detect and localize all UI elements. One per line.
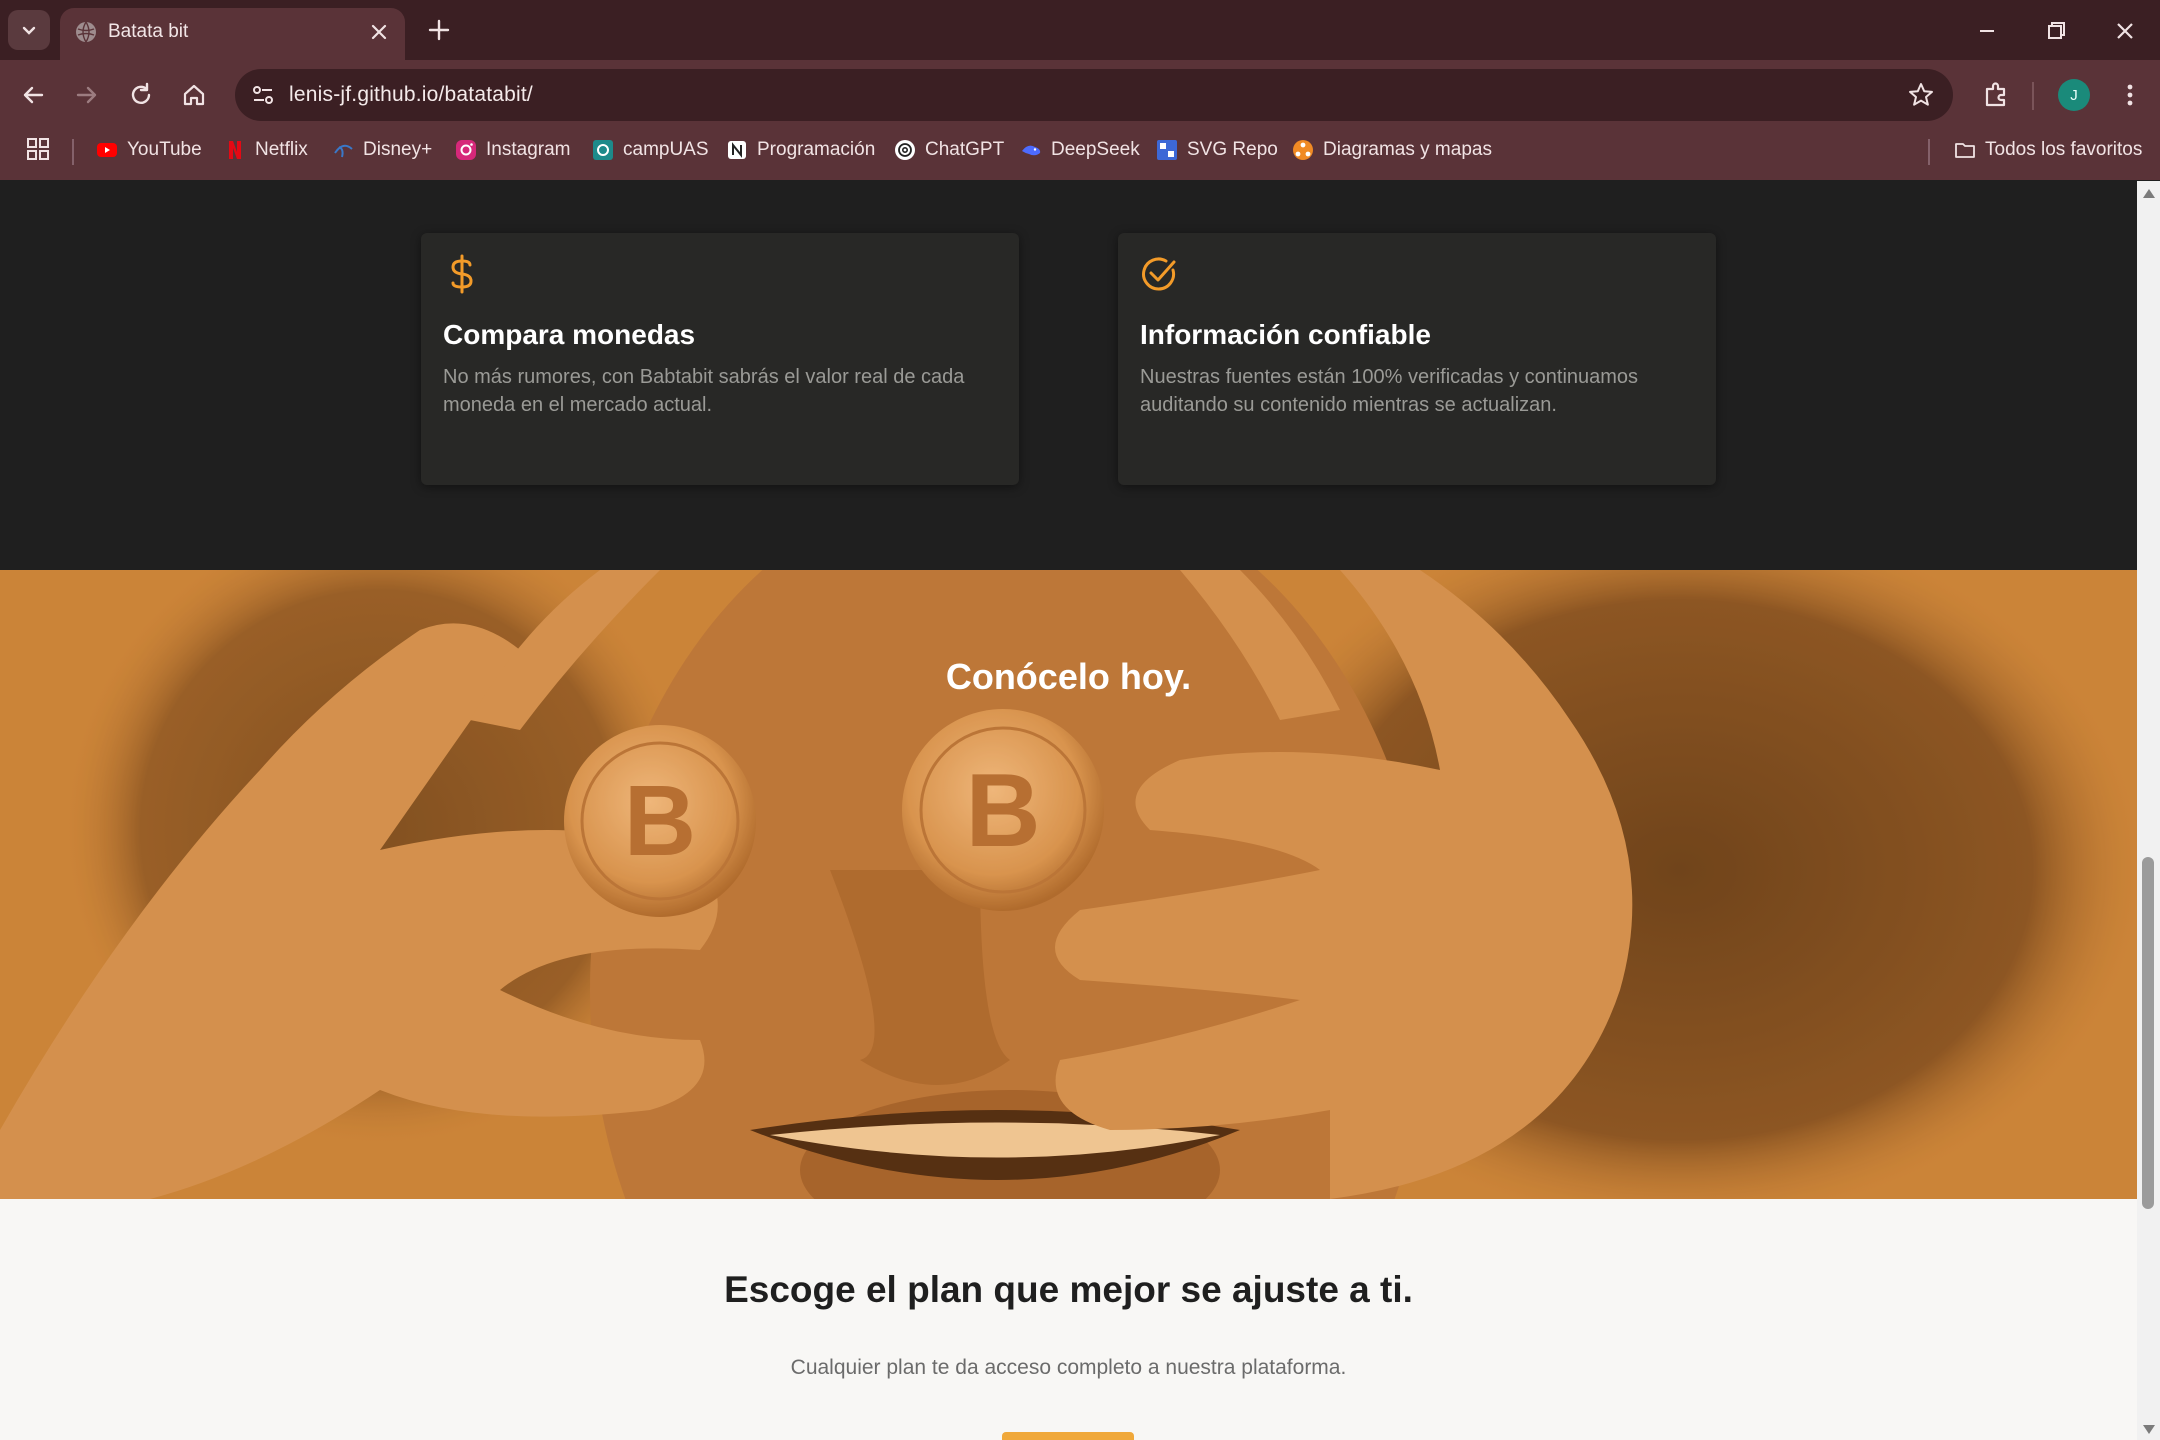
hero-title: Conócelo hoy.	[945, 656, 1192, 697]
toolbar-separator	[2032, 82, 2034, 110]
plans-section: Escoge el plan que mejor se ajuste a ti.…	[0, 1199, 2137, 1440]
site-settings-icon[interactable]	[245, 77, 281, 113]
tab-title: Batata bit	[108, 21, 189, 42]
bookmark-label: SVG Repo	[1187, 139, 1278, 160]
bookmark-label: Instagram	[486, 139, 571, 160]
feature-text: No más rumores, con Babtabit sabrás el v…	[443, 366, 965, 416]
bookmark-label: Programación	[757, 139, 876, 160]
instagram-icon	[456, 140, 476, 160]
youtube-icon	[97, 143, 117, 157]
bookmarks-separator	[1928, 139, 1930, 165]
bookmark-star-icon[interactable]	[1907, 81, 1935, 109]
features-section: Compara monedas No más rumores, con Babt…	[0, 181, 2137, 570]
bookmark-label: Diagramas y mapas	[1323, 139, 1492, 160]
kebab-menu-icon[interactable]	[2112, 77, 2148, 113]
restore-icon[interactable]	[2039, 14, 2073, 48]
folder-icon	[1955, 143, 1975, 158]
plan-card-edge	[1002, 1432, 1134, 1440]
page-viewport: Compara monedas No más rumores, con Babt…	[0, 181, 2137, 1440]
bookmark-instagram[interactable]: Instagram	[455, 135, 570, 165]
bookmark-svgrepo[interactable]: SVG Repo	[1156, 135, 1278, 165]
scrollbar-thumb[interactable]	[2142, 857, 2154, 1209]
chatgpt-icon	[895, 140, 915, 160]
plans-subtitle: Cualquier plan te da acceso completo a n…	[790, 1356, 1347, 1379]
svgrepo-icon	[1157, 140, 1177, 160]
tab-strip: Batata bit	[0, 0, 2160, 60]
bookmark-label: campUAS	[623, 139, 709, 160]
bookmark-campuas[interactable]: campUAS	[592, 135, 709, 165]
close-icon[interactable]	[367, 20, 391, 44]
home-icon[interactable]	[176, 77, 212, 113]
all-bookmarks-folder[interactable]: Todos los favoritos	[1954, 135, 2142, 165]
hero-banner: B B Conócelo hoy.	[0, 570, 2137, 1199]
new-tab-plus-icon[interactable]	[425, 16, 453, 44]
reload-icon[interactable]	[123, 77, 159, 113]
browser-toolbar: lenis-jf.github.io/batatabit/ J	[0, 60, 2160, 130]
dollar-icon	[451, 254, 473, 294]
bookmark-youtube[interactable]: YouTube	[96, 135, 202, 165]
plans-title: Escoge el plan que mejor se ajuste a ti.	[724, 1269, 1413, 1310]
bookmark-chatgpt[interactable]: ChatGPT	[894, 135, 1004, 165]
bookmark-label: DeepSeek	[1051, 139, 1140, 160]
url-text: lenis-jf.github.io/batatabit/	[289, 83, 533, 106]
chevron-down-icon	[22, 26, 36, 35]
bookmark-label: Disney+	[363, 139, 433, 160]
feature-title: Compara monedas	[443, 319, 696, 350]
feature-text: Nuestras fuentes están 100% verificadas …	[1140, 366, 1639, 416]
check-circle-icon	[1142, 257, 1176, 291]
extensions-puzzle-icon[interactable]	[1978, 77, 2014, 113]
tab-search-button[interactable]	[8, 10, 50, 50]
apps-grid-icon[interactable]	[26, 137, 50, 161]
bookmark-deepseek[interactable]: DeepSeek	[1020, 135, 1140, 165]
feature-card-reliable: Información confiable Nuestras fuentes e…	[1118, 233, 1716, 485]
globe-icon	[76, 21, 96, 43]
bookmark-label: ChatGPT	[925, 139, 1005, 160]
all-bookmarks-label: Todos los favoritos	[1985, 139, 2143, 160]
close-window-icon[interactable]	[2108, 14, 2142, 48]
feature-title: Información confiable	[1140, 319, 1431, 350]
scroll-up-arrow-icon[interactable]	[2143, 189, 2155, 198]
address-bar[interactable]: lenis-jf.github.io/batatabit/	[235, 69, 1953, 121]
page-scrollbar[interactable]	[2137, 181, 2160, 1440]
diagrams-icon	[1293, 140, 1313, 160]
campuas-icon	[593, 140, 613, 160]
bookmarks-separator	[72, 139, 74, 165]
bookmark-label: YouTube	[127, 139, 202, 160]
bookmark-programacion[interactable]: Programación	[726, 135, 875, 165]
disney-icon	[334, 144, 353, 158]
bookmark-label: Netflix	[255, 139, 308, 160]
minimize-icon[interactable]	[1970, 14, 2004, 48]
bookmark-netflix[interactable]: Netflix	[224, 135, 308, 165]
tab-batatabit[interactable]: Batata bit	[60, 8, 405, 60]
bookmark-diagramas[interactable]: Diagramas y mapas	[1292, 135, 1492, 165]
back-arrow-icon[interactable]	[15, 77, 51, 113]
deepseek-icon	[1022, 145, 1041, 156]
forward-arrow-icon[interactable]	[69, 77, 105, 113]
feature-card-compare: Compara monedas No más rumores, con Babt…	[421, 233, 1019, 485]
scroll-down-arrow-icon[interactable]	[2143, 1425, 2155, 1434]
netflix-icon	[229, 141, 241, 159]
bookmark-disney[interactable]: Disney+	[332, 135, 432, 165]
profile-avatar[interactable]: J	[2058, 79, 2090, 111]
notion-icon	[728, 141, 746, 159]
